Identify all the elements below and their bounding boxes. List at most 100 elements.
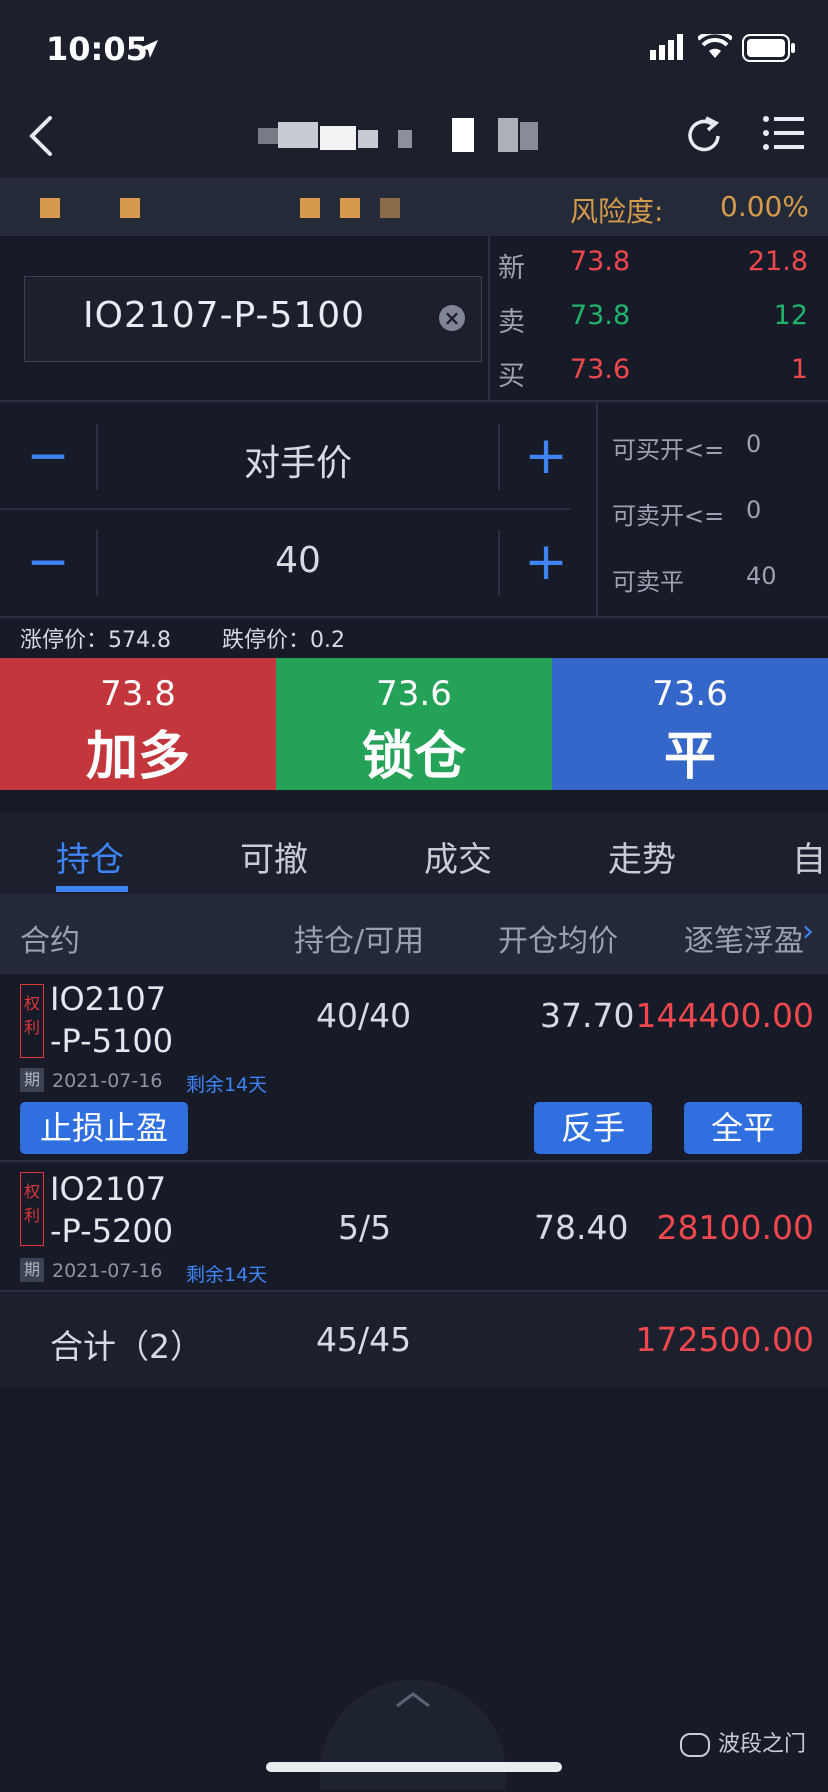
- lock-position-button[interactable]: 73.6 锁仓: [276, 658, 552, 790]
- option-right-tag: 权 利: [20, 1172, 44, 1246]
- avail-value: 0: [746, 430, 762, 458]
- status-time: 10:05: [46, 30, 148, 68]
- tab-positions[interactable]: 持仓: [56, 832, 124, 881]
- position-row[interactable]: 权 利 IO2107 -P-5200 期 2021-07-16 剩余14天 5/…: [0, 1164, 828, 1290]
- symbol-text: IO2107-P-5100: [83, 295, 366, 336]
- active-tab-indicator: [56, 886, 128, 892]
- contract-line2: -P-5200: [50, 1212, 174, 1250]
- chevron-right-icon[interactable]: ›: [802, 914, 814, 949]
- refresh-icon[interactable]: [684, 114, 726, 156]
- avail-label: 可买开<=: [612, 436, 725, 464]
- quote-price: 73.8: [570, 246, 631, 277]
- stop-loss-profit-button[interactable]: 止损止盈: [20, 1102, 188, 1154]
- expand-handle[interactable]: [320, 1680, 506, 1790]
- col-floating-pl: 逐笔浮盈: [684, 924, 804, 959]
- total-label: 合计（2）: [50, 1327, 203, 1366]
- tag-text: 利: [23, 1206, 40, 1225]
- quote-value: 21.8: [747, 246, 808, 277]
- expiry-date: 2021-07-16: [52, 1070, 163, 1092]
- redacted-dot: [380, 198, 400, 218]
- quote-label: 新: [498, 253, 525, 284]
- days-remaining: 剩余14天: [186, 1264, 268, 1286]
- redacted-dot: [40, 198, 60, 218]
- quote-value: 12: [773, 300, 808, 331]
- divider: [488, 236, 490, 400]
- divider: [0, 1160, 828, 1162]
- quote-price: 73.6: [570, 354, 631, 385]
- clear-icon[interactable]: ×: [439, 305, 465, 331]
- tab-trend[interactable]: 走势: [608, 832, 676, 881]
- button-price: 73.6: [652, 674, 728, 714]
- total-row: 合计（2） 45/45 172500.00: [0, 1292, 828, 1388]
- risk-bar: 风险度: 0.00%: [0, 178, 828, 236]
- total-hold: 45/45: [316, 1320, 412, 1359]
- price-minus-button[interactable]: −: [18, 426, 78, 486]
- close-position-button[interactable]: 73.6 平: [552, 658, 828, 790]
- avail-value: 40: [746, 562, 777, 590]
- reverse-button[interactable]: 反手: [534, 1102, 652, 1154]
- wifi-icon: [698, 34, 732, 58]
- period-badge: 期: [20, 1258, 44, 1282]
- limit-up: 涨停价：574.8: [20, 628, 171, 653]
- tab-cancelable[interactable]: 可撤: [240, 832, 308, 881]
- avail-buy-open: 可买开<= 0: [612, 430, 761, 465]
- quote-row-new: 新 73.8 21.8: [498, 246, 808, 298]
- period-badge: 期: [20, 1068, 44, 1092]
- divider: [96, 530, 98, 596]
- button-price: 73.6: [376, 674, 452, 714]
- avail-value: 0: [746, 496, 762, 524]
- option-right-tag: 权 利: [20, 984, 44, 1058]
- add-long-button[interactable]: 73.8 加多: [0, 658, 276, 790]
- battery-icon: [742, 34, 795, 62]
- home-indicator: [266, 1762, 562, 1772]
- close-all-button[interactable]: 全平: [684, 1102, 802, 1154]
- tag-text: 利: [23, 1018, 40, 1037]
- menu-list-icon[interactable]: [762, 112, 804, 154]
- limit-down: 跌停价：0.2: [221, 628, 345, 653]
- quote-label: 卖: [498, 307, 525, 338]
- quote-price: 73.8: [570, 300, 631, 331]
- divider: [498, 424, 500, 490]
- tag-text: 权: [23, 994, 40, 1013]
- button-label: 平: [663, 727, 716, 787]
- risk-value: 0.00%: [720, 190, 809, 223]
- floating-pl: 28100.00: [656, 1208, 814, 1247]
- quantity-plus-button[interactable]: +: [516, 532, 576, 592]
- risk-label: 风险度:: [570, 195, 664, 228]
- avail-sell-close: 可卖平 40: [612, 562, 777, 597]
- divider: [0, 616, 828, 618]
- symbol-input[interactable]: IO2107-P-5100 ×: [24, 276, 482, 362]
- price-plus-button[interactable]: +: [516, 426, 576, 486]
- expiry-date: 2021-07-16: [52, 1260, 163, 1282]
- quote-value: 1: [790, 354, 808, 385]
- quantity-minus-button[interactable]: −: [18, 532, 78, 592]
- total-pl: 172500.00: [635, 1320, 814, 1359]
- quantity-field[interactable]: 40: [100, 540, 496, 581]
- hold-available: 5/5: [338, 1208, 392, 1247]
- tab-custom[interactable]: 自: [792, 832, 826, 881]
- nav-bar: [0, 96, 828, 178]
- col-avg-price: 开仓均价: [498, 924, 618, 959]
- tab-trades[interactable]: 成交: [424, 832, 492, 881]
- watermark: 波段之门: [680, 1726, 806, 1758]
- button-label: 加多: [85, 727, 190, 787]
- contract-line1: IO2107: [50, 980, 167, 1018]
- floating-pl: 144400.00: [635, 996, 814, 1035]
- status-bar: 10:05: [0, 0, 828, 96]
- watermark-text: 波段之门: [718, 1732, 807, 1757]
- divider: [96, 424, 98, 490]
- redacted-dot: [340, 198, 360, 218]
- tag-text: 权: [23, 1182, 40, 1201]
- cellular-signal-icon: [650, 34, 683, 60]
- position-row[interactable]: 权 利 IO2107 -P-5100 期 2021-07-16 剩余14天 40…: [0, 974, 828, 1160]
- avail-sell-open: 可卖开<= 0: [612, 496, 761, 531]
- avail-label: 可卖平: [612, 568, 684, 596]
- price-limits: 涨停价：574.8 跌停价：0.2: [20, 622, 345, 654]
- avail-label: 可卖开<=: [612, 502, 725, 530]
- price-type-field[interactable]: 对手价: [100, 434, 496, 486]
- contract-line1: IO2107: [50, 1170, 167, 1208]
- days-remaining: 剩余14天: [186, 1074, 268, 1096]
- back-chevron-icon[interactable]: [22, 114, 62, 158]
- quote-row-bid: 买 73.6 1: [498, 354, 808, 406]
- divider: [0, 508, 570, 510]
